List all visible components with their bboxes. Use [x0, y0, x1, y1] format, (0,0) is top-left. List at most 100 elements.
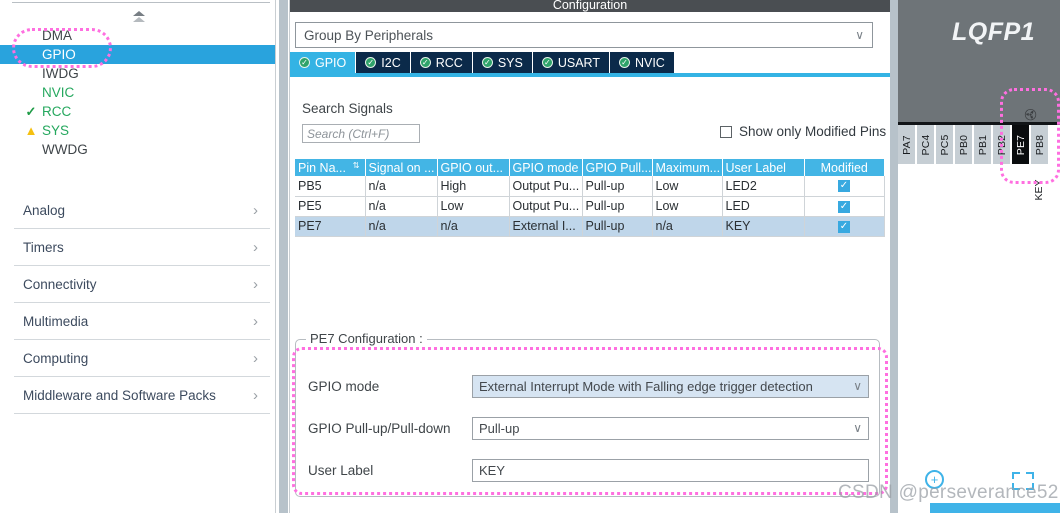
sidebar-item-nvic[interactable]: NVIC	[0, 83, 275, 102]
chip-pin-pb0[interactable]: PB0	[955, 125, 974, 164]
column-header-modified[interactable]: Modified	[804, 159, 884, 176]
table-row[interactable]: PB5 n/a High Output Pu... Pull-up Low LE…	[295, 176, 885, 197]
sidebar-category-connectivity[interactable]: Connectivity ›	[14, 266, 270, 303]
chip-panel-left-edge	[890, 0, 898, 513]
column-header-gpio-mode[interactable]: GPIO mode	[509, 159, 583, 176]
sidebar-category-middleware[interactable]: Middleware and Software Packs ›	[14, 377, 270, 414]
cell-gpio-pull: Pull-up	[582, 176, 653, 197]
sidebar-top-divider	[12, 2, 270, 3]
tab-gpio[interactable]: ✓ GPIO	[290, 52, 356, 73]
tab-rcc[interactable]: ✓ RCC	[410, 52, 472, 73]
watermark-text: CSDN @perseverance52	[838, 482, 1059, 503]
tab-nvic[interactable]: ✓ NVIC	[609, 52, 674, 73]
column-header-signal-on[interactable]: Signal on ...	[365, 159, 438, 176]
cell-gpio-output: Low	[437, 196, 510, 217]
check-circle-icon: ✓	[618, 57, 630, 68]
sidebar-item-dma[interactable]: DMA	[0, 26, 275, 45]
tab-i2c[interactable]: ✓ I2C	[356, 52, 410, 73]
search-signals-label: Search Signals	[302, 101, 393, 116]
sidebar-category-timers[interactable]: Timers ›	[14, 229, 270, 266]
scroll-up-icon[interactable]	[130, 10, 148, 22]
cell-pin-name: PB5	[295, 176, 366, 197]
chip-pin-pa7[interactable]: PA7	[898, 125, 917, 164]
sidebar-item-label: WWDG	[42, 142, 88, 157]
search-input[interactable]: Search (Ctrl+F)	[302, 124, 420, 143]
cell-gpio-mode: Output Pu...	[509, 196, 583, 217]
pin-configuration-table: Pin Na... ⇅ Signal on ... GPIO out... GP…	[295, 159, 885, 237]
gpio-mode-select[interactable]: External Interrupt Mode with Falling edg…	[472, 374, 869, 398]
sidebar-category-computing[interactable]: Computing ›	[14, 340, 270, 377]
tab-sys[interactable]: ✓ SYS	[472, 52, 532, 73]
chevron-right-icon: ›	[253, 238, 258, 256]
sidebar-item-rcc[interactable]: ✓ RCC	[0, 102, 275, 121]
category-label: Analog	[23, 202, 66, 218]
checkbox-checked-icon: ✓	[838, 180, 850, 193]
status-none-icon	[22, 140, 40, 159]
sidebar-category-analog[interactable]: Analog ›	[14, 192, 270, 229]
sidebar-item-gpio[interactable]: GPIO	[0, 45, 275, 64]
user-label-value: KEY	[479, 462, 506, 478]
cell-gpio-pull: Pull-up	[582, 216, 653, 237]
chip-pin-strip: PA7 PC4 PC5 PB0 PB1 PB2 PE7 PB8	[898, 125, 1060, 164]
chip-pin-pc5[interactable]: PC5	[936, 125, 955, 164]
chip-pin-pc4[interactable]: PC4	[917, 125, 936, 164]
pin-label: PB2	[995, 134, 1008, 155]
category-label: Connectivity	[23, 276, 97, 292]
chip-pin-user-label-text: KEY	[1033, 179, 1045, 201]
tab-label: RCC	[435, 55, 463, 70]
chip-pin-pb2[interactable]: PB2	[993, 125, 1012, 164]
chevron-up-icon	[133, 10, 145, 16]
app-window: DMA GPIO IWDG NVIC ✓ RCC ▲ SYS WWDG Anal…	[0, 0, 1060, 513]
check-icon: ✓	[25, 104, 37, 119]
sort-arrows-icon[interactable]: ⇅	[353, 161, 360, 170]
table-header-row: Pin Na... ⇅ Signal on ... GPIO out... GP…	[295, 159, 884, 176]
cell-modified[interactable]: ✓	[804, 216, 885, 237]
cell-gpio-output: n/a	[437, 216, 510, 237]
groupbox-legend: PE7 Configuration :	[306, 331, 427, 346]
chip-pin-pe7[interactable]: PE7	[1012, 125, 1031, 164]
field-label-gpio-pull: GPIO Pull-up/Pull-down	[308, 420, 451, 436]
gpio-pull-select[interactable]: Pull-up ∨	[472, 416, 869, 440]
column-header-gpio-output[interactable]: GPIO out...	[437, 159, 510, 176]
cell-modified[interactable]: ✓	[804, 176, 885, 197]
check-circle-icon: ✓	[299, 57, 310, 68]
column-header-label: Pin Na...	[298, 160, 346, 175]
chevron-down-icon: ∨	[855, 28, 864, 42]
show-modified-pins-checkbox[interactable]	[720, 125, 732, 138]
check-circle-icon: ✓	[365, 57, 377, 68]
check-circle-icon: ✓	[481, 57, 493, 68]
table-row[interactable]: PE7 n/a n/a External I... Pull-up n/a KE…	[295, 216, 885, 237]
tab-usart[interactable]: ✓ USART	[532, 52, 609, 73]
user-label-input[interactable]: KEY	[472, 458, 869, 482]
sidebar-category-multimedia[interactable]: Multimedia ›	[14, 303, 270, 340]
sidebar-item-iwdg[interactable]: IWDG	[0, 64, 275, 83]
cell-modified[interactable]: ✓	[804, 196, 885, 217]
pin-label: PB1	[976, 134, 989, 155]
column-header-gpio-pull[interactable]: GPIO Pull...	[582, 159, 653, 176]
show-modified-pins-label: Show only Modified Pins	[739, 124, 887, 139]
cell-user-label: LED2	[722, 176, 805, 197]
chevron-up-icon-secondary	[133, 16, 145, 22]
sidebar-item-wwdg[interactable]: WWDG	[0, 140, 275, 159]
pin-label: PA7	[900, 134, 913, 155]
chip-pin-pb8[interactable]: PB8	[1031, 125, 1050, 164]
gpio-mode-value: External Interrupt Mode with Falling edg…	[479, 378, 813, 394]
category-label: Multimedia	[23, 313, 89, 329]
chip-pin-pb1[interactable]: PB1	[974, 125, 993, 164]
column-header-pin-name[interactable]: Pin Na... ⇅	[295, 159, 366, 176]
pin-configuration-groupbox: PE7 Configuration : GPIO mode External I…	[295, 331, 880, 497]
divider-handle[interactable]	[279, 0, 288, 513]
panel-divider[interactable]	[275, 0, 290, 513]
sidebar-item-sys[interactable]: ▲ SYS	[0, 121, 275, 140]
show-modified-pins-row[interactable]: Show only Modified Pins	[720, 124, 886, 139]
check-circle-icon: ✓	[541, 57, 553, 68]
group-by-select[interactable]: Group By Peripherals ∨	[295, 22, 873, 48]
column-header-user-label[interactable]: User Label	[722, 159, 805, 176]
configuration-title-bar: Configuration	[290, 0, 890, 12]
check-circle-icon: ✓	[419, 57, 431, 68]
table-row[interactable]: PE5 n/a Low Output Pu... Pull-up Low LED…	[295, 196, 885, 217]
chevron-down-icon: ∨	[853, 421, 862, 435]
status-none-icon	[22, 45, 40, 64]
column-header-maximum[interactable]: Maximum...	[652, 159, 723, 176]
chevron-down-icon: ∨	[853, 379, 862, 393]
